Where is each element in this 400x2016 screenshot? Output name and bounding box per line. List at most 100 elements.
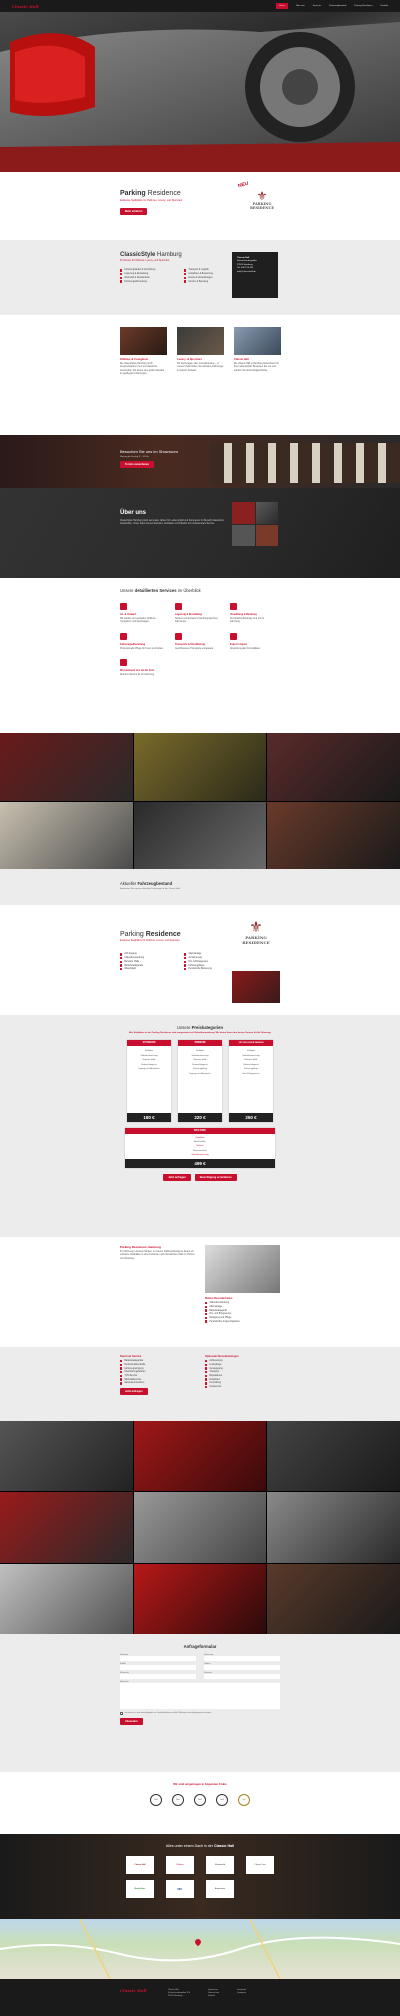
visit-button[interactable]: Termin vereinbaren: [120, 461, 154, 468]
list-label: Transport: [209, 1371, 220, 1374]
bullet-icon: [184, 269, 187, 272]
list-label: Überführungsfahrten: [124, 1371, 146, 1374]
list-label: Versiegelung: [209, 1367, 223, 1370]
service-text: Sichere und trockene Unterbringung Ihres…: [175, 618, 218, 624]
gallery-photo: [267, 1563, 400, 1634]
period-input[interactable]: [204, 1674, 280, 1679]
check-icon: [205, 1385, 208, 1389]
bullet-label: Hol- & Bringservice: [188, 960, 209, 963]
company-logo[interactable]: Classic Hall: [126, 1856, 154, 1874]
bullet-label: Fahrzeugaufbereitung: [124, 280, 147, 283]
list-button[interactable]: Jetzt anfragen: [120, 1387, 148, 1395]
company-logo-label: MPL: [177, 1887, 183, 1891]
service-title: Transporte & Überführung: [175, 642, 205, 646]
company-logo[interactable]: Classic Cars: [246, 1856, 274, 1874]
pricing-buttons: Jetzt anfragen Besichtigung vereinbaren: [0, 1174, 400, 1182]
column-title: Oldtimer & Youngtimer: [120, 358, 149, 361]
message-textarea[interactable]: [120, 1683, 280, 1709]
pricing-title-bold: Preiskategorien: [191, 1025, 224, 1030]
info-list-label: Videoüberwachung: [209, 1302, 230, 1305]
request-button[interactable]: Jetzt anfragen: [163, 1174, 191, 1182]
service-text: Rundum-Service für Ihr Fahrzeug.: [120, 674, 155, 677]
check-icon: [184, 960, 187, 964]
contact-line[interactable]: info@classichall.de: [237, 271, 273, 274]
phone-input[interactable]: [204, 1665, 280, 1670]
bullet-icon: [184, 280, 187, 283]
column-title: Luxury- & Sportcars: [177, 358, 202, 361]
about-image: [255, 524, 278, 546]
bullet-label: Werkstatt & Restauration: [124, 276, 150, 279]
check-icon: [205, 1313, 208, 1316]
submit-button[interactable]: Absenden: [120, 1717, 143, 1725]
bullet-item: Hol- & Bringservice: [184, 960, 234, 964]
info-list-label: Alarmanlage: [209, 1305, 223, 1308]
residence-button[interactable]: Mehr erfahren: [120, 208, 148, 215]
map[interactable]: [0, 1919, 400, 1979]
company-logo[interactable]: Motorworld: [206, 1856, 234, 1874]
column-image: [177, 327, 224, 355]
gallery-photo: [0, 1492, 133, 1563]
privacy-checkbox[interactable]: [120, 1712, 123, 1715]
company-logo-label: Automotive: [214, 1888, 225, 1890]
bullets-right: Alarmanlage Versicherung Hol- & Bringser…: [184, 952, 234, 972]
check-icon: [120, 953, 123, 956]
plan-features: Stellplatz Videoüberwachung Beheizte Halle…: [127, 1046, 171, 1113]
info-list-item: Reinigung und Pflege: [205, 1316, 240, 1320]
service-text: Abwicklung aller Formalitäten.: [230, 647, 261, 650]
residence-title-rest: Residence: [145, 190, 181, 197]
plan-price: 499 €: [125, 1159, 275, 1169]
info-list-item: Hol- und Bringservice: [205, 1313, 240, 1316]
field-group: Telefon: [204, 1663, 280, 1670]
nav-item-kontakt[interactable]: Kontakt: [381, 3, 388, 9]
gallery-photo: [267, 733, 400, 801]
gallery-photo: [133, 1563, 267, 1634]
list-item: Gutachten: [205, 1378, 280, 1381]
classicstyle-section: ClassicStyle Hamburg Ihr Partner für Old…: [0, 240, 400, 315]
pricing-section: Unsere Preiskategorien Alle Stellplätze …: [0, 1015, 400, 1237]
company-logo[interactable]: MPL: [166, 1880, 194, 1898]
about-image: [232, 524, 255, 546]
bullet-item: Werkstatt & Restauration: [120, 276, 170, 280]
pricing-extra-card: BOX PARK Einzelbox Abschließbar Beheizt Str…: [125, 1128, 275, 1169]
company-logo[interactable]: Oldtimer: [166, 1856, 194, 1874]
list-label: Fotoservice: [209, 1386, 222, 1388]
nav-item-fahrzeugbestand[interactable]: Fahrzeugbestand: [329, 3, 346, 9]
bullet-item: Fahrzeugpflege: [184, 964, 234, 967]
list-label: Werkstattservice: [124, 1378, 142, 1381]
bullet-item: Transport & Logistik: [184, 269, 234, 272]
company-logo[interactable]: Automotive: [206, 1880, 234, 1898]
info-list: Weitere Besonderheiten Videoüberwachung …: [205, 1297, 240, 1324]
info-list-item: Videoüberwachung: [205, 1302, 240, 1305]
roof-title: Alles unter einem Dach in der Classic Ha…: [0, 1844, 400, 1848]
email-input[interactable]: [120, 1665, 196, 1670]
gallery-photo: [133, 1421, 267, 1492]
classicstyle-title-bold: ClassicStyle: [120, 252, 156, 258]
check-icon: [120, 1382, 123, 1385]
check-icon: [120, 968, 123, 971]
form-title: Anfrageformular: [183, 1644, 217, 1649]
pricing-title: Unsere Preiskategorien: [0, 1025, 400, 1030]
info-text: Ihr Fahrzeug in besten Händen. In unsere…: [120, 1251, 195, 1260]
site-logo[interactable]: Classic Hall: [12, 4, 39, 9]
last-name-input[interactable]: [204, 1656, 280, 1661]
info-list-label: Reinigung und Pflege: [209, 1316, 232, 1319]
services-section: Unsere detaillierten Services im Überbli…: [0, 578, 400, 733]
nav-item-ueber-uns[interactable]: Über uns: [296, 3, 305, 9]
photo-grid-1: [0, 733, 400, 869]
nav-item-home[interactable]: Home: [276, 3, 288, 9]
footer-link[interactable]: Kontakt: [208, 1995, 219, 1998]
nav-item-services[interactable]: Services: [313, 3, 321, 9]
column-image: [120, 327, 167, 355]
company-logo[interactable]: NordicCars: [126, 1880, 154, 1898]
bullet-label: Beheizte Halle: [124, 960, 140, 963]
form-grid: Vorname Nachname E-Mail Telefon Fahrzeug…: [120, 1654, 400, 1679]
club-logo-label: Club 4: [219, 1799, 225, 1801]
visit-button[interactable]: Besichtigung vereinbaren: [194, 1174, 237, 1182]
vehicle-input[interactable]: [120, 1674, 196, 1679]
footer-line: 22525 Hamburg: [168, 1995, 183, 1998]
service-title: An- & Verkauf: [120, 613, 136, 616]
footer-link[interactable]: Instagram: [237, 1992, 246, 1995]
parking-residence-logo: ⚜ PARKING RESIDENCE: [245, 190, 279, 210]
first-name-input[interactable]: [120, 1656, 196, 1661]
nav-item-parking-residence[interactable]: Parking Residence: [354, 3, 372, 9]
